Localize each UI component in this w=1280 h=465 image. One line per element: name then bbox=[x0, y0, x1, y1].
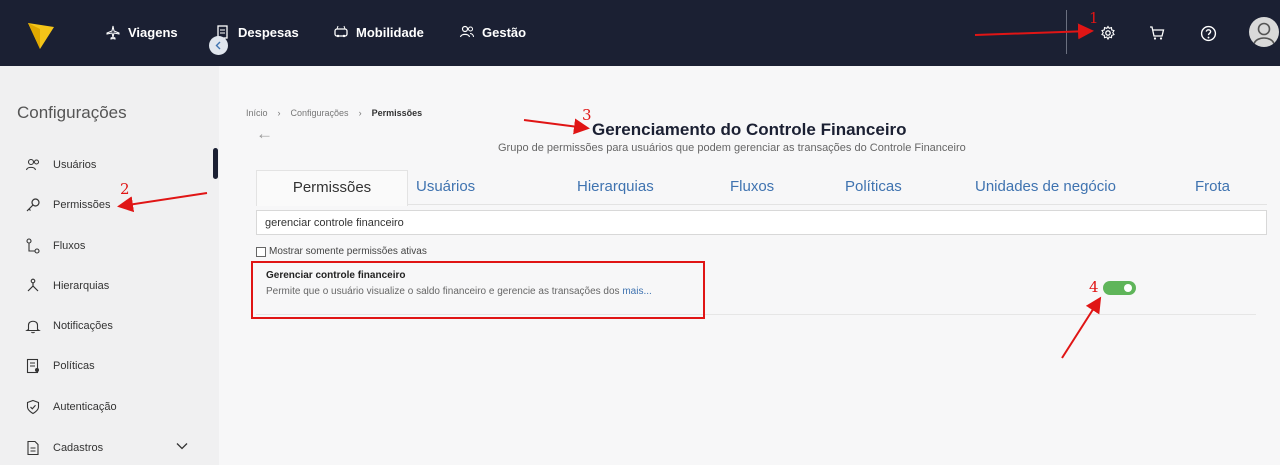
key-icon bbox=[26, 198, 40, 212]
nav-label: Viagens bbox=[128, 24, 178, 40]
breadcrumb-current: Permissões bbox=[371, 108, 423, 118]
users-icon bbox=[459, 25, 474, 38]
nav-label: Mobilidade bbox=[356, 24, 424, 40]
sidebar: Configurações Usuários Permissões Fluxos… bbox=[0, 66, 219, 465]
policy-icon bbox=[26, 358, 39, 374]
nav-label: Despesas bbox=[238, 24, 299, 40]
active-indicator bbox=[213, 148, 218, 179]
sidebar-item-label: Usuários bbox=[53, 159, 97, 171]
annotation-label-2: 2 bbox=[120, 180, 130, 198]
tab-politicas[interactable]: Políticas bbox=[845, 178, 902, 195]
highlight-box bbox=[251, 261, 705, 319]
help-icon bbox=[1200, 25, 1216, 41]
chevron-left-icon bbox=[215, 41, 221, 50]
tab-permissoes[interactable]: Permissões bbox=[256, 170, 408, 206]
tab-unidades-de-negocio[interactable]: Unidades de negócio bbox=[975, 178, 1116, 195]
tab-frota[interactable]: Frota bbox=[1195, 178, 1230, 195]
annotation-label-1: 1 bbox=[1089, 9, 1099, 27]
sidebar-item-permissoes[interactable]: Permissões bbox=[25, 197, 110, 213]
breadcrumb-configuracoes[interactable]: Configurações bbox=[291, 108, 349, 118]
sidebar-item-notificacoes[interactable]: Notificações bbox=[25, 318, 113, 334]
sidebar-item-label: Hierarquias bbox=[53, 280, 110, 292]
breadcrumb-separator: › bbox=[358, 108, 362, 118]
user-avatar[interactable] bbox=[1249, 17, 1279, 47]
tab-usuarios[interactable]: Usuários bbox=[416, 178, 475, 195]
permission-toggle[interactable] bbox=[1103, 281, 1136, 295]
breadcrumb-inicio[interactable]: Início bbox=[246, 108, 268, 118]
sidebar-item-label: Notificações bbox=[53, 320, 113, 332]
sidebar-item-fluxos[interactable]: Fluxos bbox=[25, 238, 85, 254]
active-filter[interactable]: Mostrar somente permissões ativas bbox=[256, 246, 427, 257]
sidebar-item-label: Cadastros bbox=[53, 442, 104, 454]
sidebar-item-usuarios[interactable]: Usuários bbox=[25, 157, 96, 173]
search-input[interactable]: gerenciar controle financeiro bbox=[256, 210, 1267, 235]
annotation-label-4: 4 bbox=[1089, 278, 1099, 296]
collapse-sidebar-button[interactable] bbox=[209, 36, 228, 55]
sidebar-item-politicas[interactable]: Políticas bbox=[25, 358, 95, 374]
toggle-knob bbox=[1124, 284, 1132, 292]
active-only-checkbox[interactable] bbox=[256, 246, 266, 257]
annotation-label-3: 3 bbox=[582, 106, 592, 124]
checkbox-label: Mostrar somente permissões ativas bbox=[269, 246, 427, 257]
annotation-arrow-4 bbox=[1061, 296, 1102, 359]
tab-bar: Permissões Usuários Hierarquias Fluxos P… bbox=[256, 170, 1267, 206]
chevron-down-icon[interactable] bbox=[175, 439, 189, 453]
sidebar-title: Configurações bbox=[17, 103, 127, 122]
sidebar-item-label: Autenticação bbox=[53, 401, 117, 413]
sidebar-item-hierarquias[interactable]: Hierarquias bbox=[25, 278, 109, 294]
breadcrumb-separator: › bbox=[277, 108, 281, 118]
document-icon bbox=[27, 440, 39, 456]
logo-icon[interactable] bbox=[28, 17, 54, 49]
top-navbar: Viagens Despesas Mobilidade Gestão bbox=[0, 0, 1280, 66]
user-avatar-icon bbox=[1253, 22, 1275, 45]
back-arrow-icon[interactable]: ← bbox=[256, 124, 273, 144]
tab-hierarquias[interactable]: Hierarquias bbox=[577, 178, 654, 195]
sidebar-item-label: Permissões bbox=[53, 199, 111, 211]
sidebar-item-cadastros[interactable]: Cadastros bbox=[25, 440, 103, 456]
shield-icon bbox=[26, 399, 40, 415]
nav-mobilidade[interactable]: Mobilidade bbox=[333, 24, 424, 40]
tab-fluxos[interactable]: Fluxos bbox=[730, 178, 774, 195]
nav-despesas[interactable]: Despesas bbox=[215, 24, 299, 40]
nav-viagens[interactable]: Viagens bbox=[105, 24, 178, 40]
nav-gestao[interactable]: Gestão bbox=[459, 24, 526, 40]
plane-icon bbox=[106, 25, 120, 40]
annotation-arrow-3 bbox=[523, 118, 590, 135]
settings-button[interactable] bbox=[1097, 22, 1119, 44]
cart-button[interactable] bbox=[1146, 22, 1168, 44]
cart-icon bbox=[1150, 26, 1165, 40]
breadcrumb: Início › Configurações › Permissões bbox=[246, 108, 422, 118]
flow-icon bbox=[26, 238, 40, 254]
car-icon bbox=[334, 25, 348, 38]
gear-icon bbox=[1101, 25, 1115, 41]
sidebar-item-label: Fluxos bbox=[53, 240, 86, 252]
topbar-divider bbox=[1066, 10, 1067, 54]
page-title: Gerenciamento do Controle Financeiro bbox=[592, 120, 907, 139]
help-button[interactable] bbox=[1197, 22, 1219, 44]
nav-label: Gestão bbox=[482, 24, 527, 40]
bell-icon bbox=[25, 320, 41, 334]
sidebar-item-autenticacao[interactable]: Autenticação bbox=[25, 399, 117, 415]
page-subtitle: Grupo de permissões para usuários que po… bbox=[498, 142, 966, 154]
users-icon bbox=[25, 158, 39, 171]
hierarchy-icon bbox=[27, 278, 39, 292]
sidebar-item-label: Políticas bbox=[53, 360, 95, 372]
